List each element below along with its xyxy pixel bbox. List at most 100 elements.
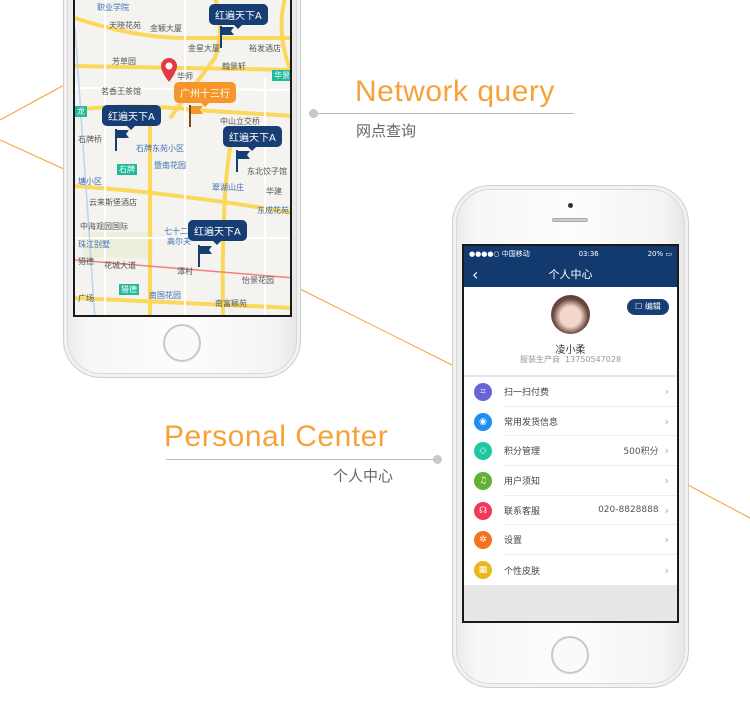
map-label: 潭村 <box>177 267 193 276</box>
flag-icon[interactable] <box>235 150 253 172</box>
map-label: 广场 <box>78 294 94 303</box>
marker-label: 红遍天下A <box>215 11 262 22</box>
map-label: 珠江别墅 <box>78 240 110 249</box>
menu-label: 联系客服 <box>504 506 541 517</box>
menu-label: 扫一扫付费 <box>504 387 550 398</box>
nav-title: 个人中心 <box>548 268 593 281</box>
user-info: 服装生产商 13750547028 <box>464 354 677 365</box>
map-view[interactable]: 职业学院 天晓花苑 金颖大厦 金星大厦 裕发酒店 芳草园 华师 翰景轩 茗香王茶… <box>73 0 292 317</box>
menu-item-settings[interactable]: ✲ 设置 › <box>464 526 677 556</box>
edit-button[interactable]: ☐ 编辑 <box>627 299 669 315</box>
personal-center-subtitle: 个人中心 <box>333 467 394 485</box>
map-label: 金星大厦 <box>188 44 220 53</box>
marker-label: 红遍天下A <box>229 133 276 144</box>
chevron-right-icon: › <box>664 563 669 577</box>
map-label: 怡景花园 <box>242 276 274 285</box>
clock: 03:36 <box>578 250 599 258</box>
marker-bubble[interactable]: 红遍天下A <box>223 126 282 151</box>
menu-item-user-notice[interactable]: ♫ 用户须知 › <box>464 466 677 496</box>
marker-bubble[interactable]: 红遍天下A <box>102 105 161 130</box>
flag-icon[interactable] <box>197 245 215 267</box>
metro-label: 华景 <box>272 70 290 81</box>
gear-icon: ✲ <box>474 531 492 550</box>
flag-icon[interactable] <box>114 129 132 151</box>
battery-level: 20% <box>647 250 664 258</box>
battery: 20% ▭ <box>647 250 672 258</box>
marker-label: 红遍天下A <box>194 227 241 238</box>
chevron-right-icon: › <box>664 444 669 458</box>
map-label: 塘小区 <box>78 177 102 186</box>
profile-header: ☐ 编辑 凌小柔 服装生产商 13750547028 <box>464 287 677 375</box>
divider-dot <box>433 455 442 464</box>
service-phone: 020-8828888 <box>598 505 659 516</box>
map-label: 裕发酒店 <box>249 44 281 53</box>
menu-label: 设置 <box>504 536 523 547</box>
menu-label: 常用发货信息 <box>504 417 559 428</box>
menu-item-scan-pay[interactable]: ⌗ 扫一扫付费 › <box>464 377 677 407</box>
chevron-right-icon: › <box>664 503 669 517</box>
personal-center-screen: ●●●●○ 中国移动 03:36 20% ▭ ‹ 个人中心 ☐ 编辑 凌小柔 服… <box>462 244 679 623</box>
menu-label: 积分管理 <box>504 447 541 458</box>
divider <box>166 459 436 460</box>
user-phone: 13750547028 <box>565 355 622 364</box>
menu-label: 个性皮肤 <box>504 566 541 577</box>
map-label: 石牌桥 <box>78 135 102 144</box>
marker-bubble[interactable]: 红遍天下A <box>188 220 247 245</box>
back-icon[interactable]: ‹ <box>472 262 478 287</box>
chevron-right-icon: › <box>664 473 669 487</box>
network-query-subtitle: 网点查询 <box>356 122 417 140</box>
map-label: 芳草园 <box>112 57 136 66</box>
divider <box>316 113 574 114</box>
map-label: 华建 <box>266 187 282 196</box>
map-label: 华师 <box>177 72 193 81</box>
menu-item-shipping-info[interactable]: ◉ 常用发货信息 › <box>464 407 677 437</box>
map-label: 云来斯堡酒店 <box>89 198 137 207</box>
map-label: 天晓花苑 <box>109 21 141 30</box>
map-label: 东成花苑 <box>257 206 289 215</box>
home-button[interactable] <box>551 636 589 674</box>
metro-label: 石牌 <box>117 164 137 175</box>
edit-icon: ☐ <box>635 302 643 311</box>
chevron-right-icon: › <box>664 414 669 428</box>
menu-list: ⌗ 扫一扫付费 › ◉ 常用发货信息 › ◇ 积分管理 500积分 › ♫ 用户须知 › ☊ 联系客… <box>464 377 677 585</box>
menu-item-customer-service[interactable]: ☊ 联系客服 020-8828888 › <box>464 496 677 526</box>
map-label: 南富颖苑 <box>215 299 247 308</box>
map-label: 石牌东苑小区 <box>136 144 184 153</box>
map-label: 东北饺子馆 <box>247 167 287 176</box>
map-label: 南国花园 <box>149 291 181 300</box>
map-label: 金颖大厦 <box>150 24 182 33</box>
network-query-title: Network query <box>355 75 555 108</box>
map-label: 花城大道 <box>104 261 136 270</box>
bell-icon: ♫ <box>474 471 492 490</box>
metro-label: 猎德 <box>119 284 139 295</box>
marker-bubble-selected[interactable]: 广州十三行 <box>174 82 236 107</box>
flag-icon[interactable] <box>219 26 237 48</box>
points-value: 500积分 <box>623 447 659 458</box>
scan-icon: ⌗ <box>474 382 492 401</box>
status-bar: ●●●●○ 中国移动 03:36 20% ▭ <box>464 246 677 262</box>
home-button[interactable] <box>163 324 201 362</box>
metro-label: 龙 <box>75 106 87 117</box>
chevron-right-icon: › <box>664 533 669 547</box>
speaker <box>552 218 588 222</box>
avatar[interactable] <box>551 295 590 334</box>
tag-icon: ◇ <box>474 442 492 461</box>
menu-label: 用户须知 <box>504 476 541 487</box>
map-label: 中海观园国际 <box>80 222 128 231</box>
map-label: 猎德 <box>78 257 94 266</box>
grid-icon: ▦ <box>474 561 492 580</box>
map-label: 翰景轩 <box>222 62 246 71</box>
map-label: 翠湖山庄 <box>212 183 244 192</box>
carrier: ●●●●○ 中国移动 <box>469 250 530 258</box>
map-label: 暨南花园 <box>154 161 186 170</box>
headset-icon: ☊ <box>474 501 492 520</box>
location-pin-icon[interactable] <box>161 58 177 82</box>
marker-label: 红遍天下A <box>108 112 155 123</box>
menu-item-points[interactable]: ◇ 积分管理 500积分 › <box>464 436 677 467</box>
flag-icon[interactable] <box>188 105 206 127</box>
map-label: 茗香王茶馆 <box>101 87 141 96</box>
menu-item-skin[interactable]: ▦ 个性皮肤 › <box>464 555 677 585</box>
user-role: 服装生产商 <box>519 355 560 364</box>
marker-bubble[interactable]: 红遍天下A <box>209 4 268 29</box>
divider-dot <box>309 109 318 118</box>
